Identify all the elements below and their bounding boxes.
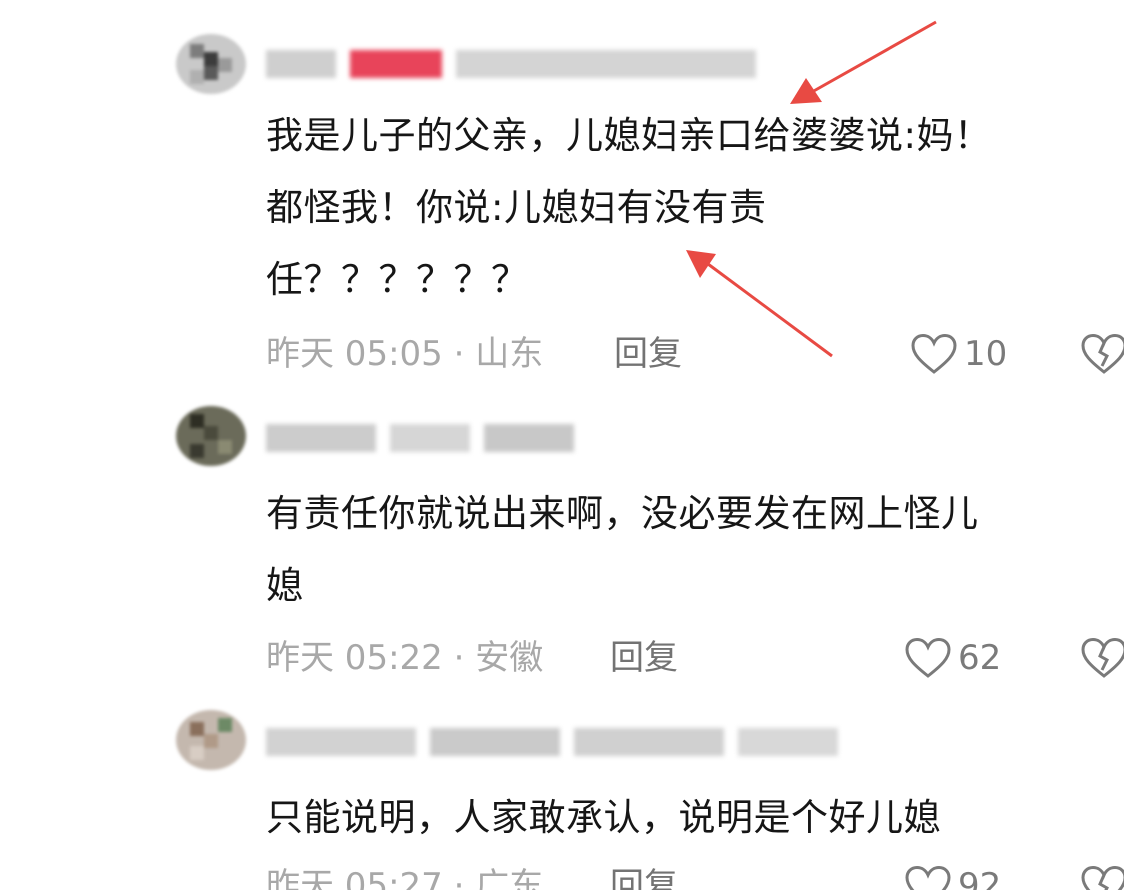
comment-text: 有责任你就说出来啊，没必要发在网上怪儿 媳 <box>266 492 979 607</box>
username[interactable] <box>266 420 586 456</box>
broken-heart-icon[interactable] <box>1080 864 1124 890</box>
like-button[interactable]: 62 <box>904 636 1001 680</box>
comment-text: 我是儿子的父亲，儿媳妇亲口给婆婆说:妈！ 都怪我！你说:儿媳妇有没有责 任？？？… <box>266 114 992 301</box>
like-count: 92 <box>958 866 1002 890</box>
broken-heart-icon[interactable] <box>1080 636 1124 684</box>
comment-text: 只能说明，人家敢承认，说明是个好儿媳 <box>266 796 941 839</box>
comment-timestamp: 昨天 05:27 · 广东 <box>266 866 544 890</box>
comment-section: 我是儿子的父亲，儿媳妇亲口给婆婆说:妈！ 都怪我！你说:儿媳妇有没有责 任？？？… <box>0 0 1124 890</box>
username[interactable] <box>266 46 766 82</box>
annotation-arrow-top <box>790 20 937 104</box>
badge <box>350 50 442 78</box>
like-count: 62 <box>958 638 1002 678</box>
avatar[interactable] <box>176 406 246 466</box>
comment-timestamp: 昨天 05:05 · 山东 <box>266 334 544 374</box>
heart-outline-icon <box>904 865 952 890</box>
comment-timestamp: 昨天 05:22 · 安徽 <box>266 638 544 678</box>
broken-heart-icon[interactable] <box>1080 332 1124 380</box>
reply-button[interactable]: 回复 <box>614 332 682 376</box>
reply-button[interactable]: 回复 <box>610 864 678 890</box>
like-button[interactable]: 92 <box>904 864 1001 890</box>
heart-outline-icon <box>904 637 952 679</box>
heart-outline-icon <box>910 333 958 375</box>
avatar[interactable] <box>176 34 246 94</box>
avatar[interactable] <box>176 710 246 770</box>
like-count: 10 <box>964 334 1008 374</box>
like-button[interactable]: 10 <box>910 332 1007 376</box>
username[interactable] <box>266 724 846 760</box>
reply-button[interactable]: 回复 <box>610 636 678 680</box>
